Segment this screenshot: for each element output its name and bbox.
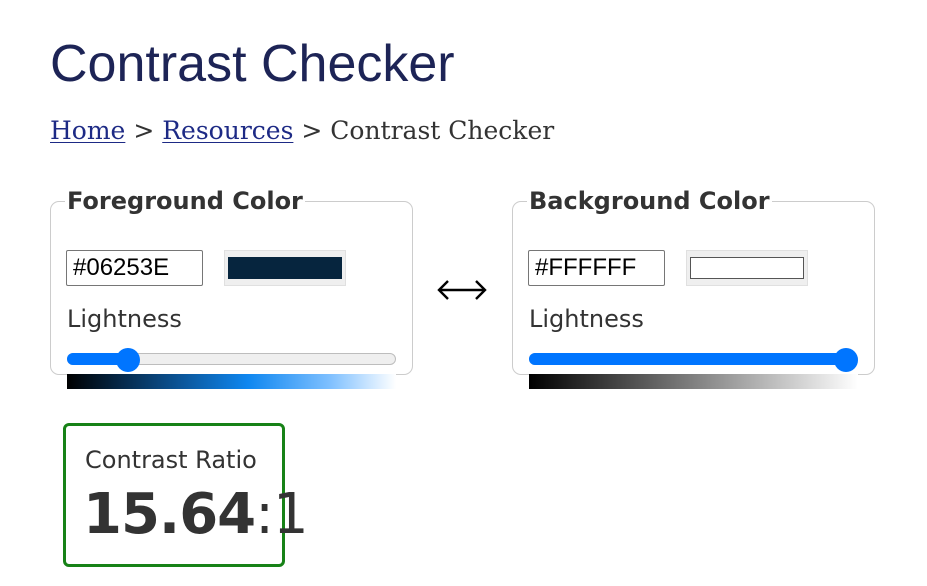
breadcrumb: Home > Resources > Contrast Checker: [50, 114, 554, 148]
contrast-ratio-label: Contrast Ratio: [85, 446, 257, 474]
contrast-ratio-value: 15.64:1: [83, 482, 309, 548]
foreground-color-picker: Foreground Color Lightness: [50, 186, 413, 389]
background-lightness-label: Lightness: [529, 305, 644, 333]
page-title: Contrast Checker: [50, 35, 455, 93]
breadcrumb-separator: >: [301, 116, 323, 145]
contrast-ratio-result: Contrast Ratio 15.64:1: [63, 423, 309, 567]
background-lightness-fill: [529, 353, 846, 365]
breadcrumb-link-resources[interactable]: Resources: [162, 116, 293, 145]
foreground-color-swatch: [228, 257, 342, 279]
foreground-lightness-label: Lightness: [67, 305, 182, 333]
background-color-swatch-button[interactable]: [686, 250, 808, 286]
background-color-swatch: [690, 257, 804, 279]
background-lightness-slider[interactable]: [529, 348, 858, 372]
foreground-lightness-gradient: [67, 374, 396, 389]
left-right-arrow-icon: [437, 280, 487, 300]
foreground-legend: Foreground Color: [67, 187, 303, 215]
foreground-color-swatch-button[interactable]: [224, 250, 346, 286]
background-hex-input[interactable]: [528, 250, 665, 286]
background-color-picker: Background Color Lightness: [512, 186, 875, 389]
breadcrumb-current: Contrast Checker: [330, 116, 555, 145]
breadcrumb-link-home[interactable]: Home: [50, 116, 125, 145]
contrast-ratio-suffix: :1: [255, 482, 308, 547]
background-lightness-gradient: [529, 374, 858, 389]
background-legend: Background Color: [529, 187, 770, 215]
breadcrumb-separator: >: [133, 116, 155, 145]
foreground-hex-input[interactable]: [66, 250, 203, 286]
contrast-ratio-number: 15.64: [83, 482, 256, 547]
foreground-lightness-slider[interactable]: [67, 348, 396, 372]
background-lightness-thumb[interactable]: [834, 348, 858, 372]
foreground-lightness-thumb[interactable]: [115, 348, 140, 372]
